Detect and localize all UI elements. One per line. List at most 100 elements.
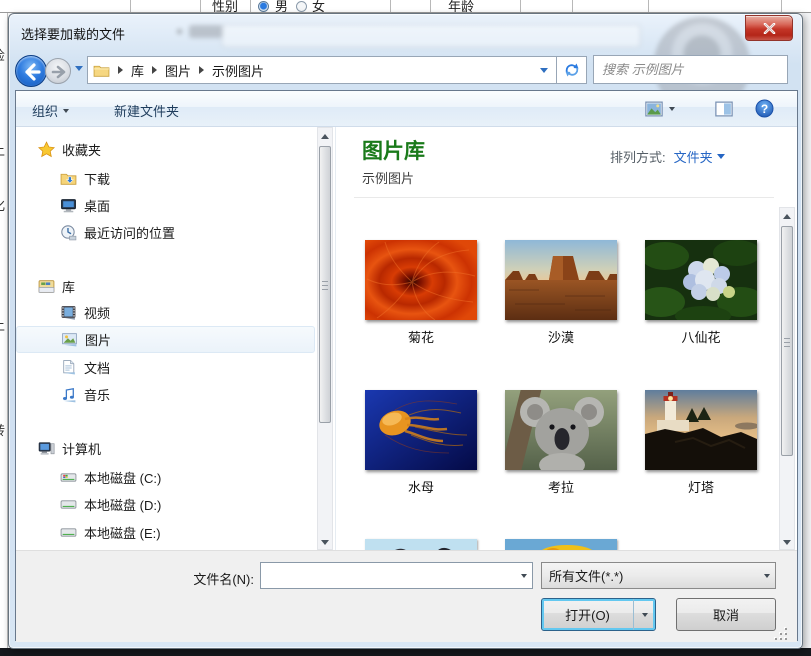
background-page-strip: 性别 男 女 年龄 (0, 0, 811, 13)
forward-button[interactable] (45, 58, 71, 84)
open-button-label[interactable]: 打开(O) (542, 605, 633, 624)
arrange-by-label: 排列方式: (610, 147, 666, 166)
file-thumbnail-lighthouse[interactable] (645, 390, 757, 470)
open-split-dropdown[interactable] (633, 599, 655, 630)
breadcrumb-separator-icon (199, 66, 204, 74)
table-border (390, 0, 391, 13)
recent-places-icon (60, 224, 77, 241)
table-border (200, 0, 201, 13)
breadcrumb-libraries[interactable]: 库 (131, 61, 144, 80)
sidebar-item-label: 视频 (84, 303, 110, 322)
files-scrollbar[interactable] (779, 207, 795, 550)
disk-c-icon (60, 469, 77, 486)
sidebar-item-disk-d[interactable]: 本地磁盘 (D:) (16, 491, 315, 518)
refresh-button[interactable] (556, 56, 587, 84)
command-toolbar: 组织 新建文件夹 (16, 91, 797, 127)
scroll-down-button[interactable] (318, 534, 332, 550)
scroll-down-button[interactable] (780, 534, 794, 550)
sidebar-item-label: 图片 (85, 330, 111, 349)
sidebar-item-desktop[interactable]: 桌面 (16, 192, 315, 219)
filetype-dropdown[interactable]: 所有文件(*.*) (541, 562, 776, 589)
file-thumbnail-jellyfish[interactable] (365, 390, 477, 470)
open-file-dialog: 选择要加载的文件 库 图片 示例图片 (8, 13, 803, 649)
breadcrumb-sample-pictures[interactable]: 示例图片 (212, 61, 264, 80)
sidebar-item-music[interactable]: 音乐 (16, 381, 315, 408)
folder-icon (93, 62, 110, 79)
organize-menu[interactable]: 组织 (32, 101, 69, 120)
file-name[interactable]: 考拉 (491, 477, 631, 496)
sidebar-item-label: 库 (62, 277, 75, 296)
scroll-up-button[interactable] (780, 208, 794, 225)
glass-blur-artifact (221, 24, 641, 48)
sidebar-item-computer[interactable]: 计算机 (16, 435, 315, 462)
cancel-button[interactable]: 取消 (676, 598, 776, 631)
sidebar-item-label: 本地磁盘 (E:) (84, 523, 161, 542)
filename-combobox[interactable] (260, 562, 533, 589)
organize-label: 组织 (32, 101, 58, 120)
file-thumbnail-desert[interactable] (505, 240, 617, 320)
file-name[interactable]: 灯塔 (631, 477, 771, 496)
pane-divider (335, 127, 336, 550)
search-box[interactable] (593, 55, 788, 84)
back-button[interactable] (15, 55, 47, 87)
preview-pane-icon (714, 99, 734, 119)
resize-grip[interactable] (776, 629, 788, 641)
address-bar[interactable]: 库 图片 示例图片 (87, 56, 556, 84)
file-thumbnail-chrysanthemum[interactable] (365, 240, 477, 320)
male-radio[interactable] (258, 1, 269, 12)
star-icon (38, 141, 55, 158)
sidebar-item-pictures[interactable]: 图片 (16, 326, 315, 353)
libraries-icon (38, 278, 55, 295)
file-thumbnail-koala[interactable] (505, 390, 617, 470)
table-border (648, 0, 649, 13)
sidebar-item-documents[interactable]: 文档 (16, 354, 315, 381)
search-input[interactable] (594, 56, 782, 83)
file-thumbnail-partial-penguins[interactable] (365, 539, 477, 550)
sidebar-item-label: 本地磁盘 (C:) (84, 468, 161, 487)
filename-dropdown-button[interactable] (515, 563, 532, 588)
filetype-caret-icon (758, 563, 775, 588)
music-icon (60, 386, 77, 403)
age-label: 年龄 (448, 0, 474, 13)
arrange-by-selected: 文件夹 (674, 147, 713, 166)
new-folder-button[interactable]: 新建文件夹 (114, 101, 179, 120)
desktop-icon (60, 197, 77, 214)
glass-blur-artifact (189, 25, 223, 38)
file-thumbnail-hydrangea[interactable] (645, 240, 757, 320)
dialog-title: 选择要加载的文件 (21, 24, 125, 43)
file-name[interactable]: 沙漠 (491, 327, 631, 346)
background-page-left-edge: 检 上 化 上 转 (0, 13, 8, 649)
address-dropdown-caret-icon[interactable] (540, 68, 548, 73)
sidebar-item-recent-places[interactable]: 最近访问的位置 (16, 219, 315, 246)
breadcrumb-pictures[interactable]: 图片 (165, 61, 191, 80)
female-radio[interactable] (296, 1, 307, 12)
scroll-up-button[interactable] (318, 128, 332, 145)
close-button[interactable] (745, 15, 793, 41)
background-dark-strip (0, 648, 811, 656)
scrollbar-thumb[interactable] (319, 146, 331, 423)
file-name[interactable]: 菊花 (351, 327, 491, 346)
chevron-down-icon (63, 109, 69, 113)
arrange-by-value[interactable]: 文件夹 (674, 147, 725, 166)
help-button[interactable]: ? (754, 98, 775, 119)
scrollbar-thumb[interactable] (781, 226, 793, 456)
sidebar-item-libraries[interactable]: 库 (16, 273, 315, 300)
sidebar-scrollbar[interactable] (317, 127, 333, 550)
preview-pane-button[interactable] (714, 99, 734, 119)
background-page-right-edge (802, 13, 811, 648)
views-icon (644, 99, 664, 119)
recent-pages-caret-icon[interactable] (75, 66, 83, 71)
sidebar-item-videos[interactable]: 视频 (16, 299, 315, 326)
sidebar-item-disk-c[interactable]: 本地磁盘 (C:) (16, 464, 315, 491)
file-name[interactable]: 水母 (351, 477, 491, 496)
sidebar-item-downloads[interactable]: 下载 (16, 165, 315, 192)
views-button[interactable] (644, 99, 675, 119)
open-button[interactable]: 打开(O) (541, 598, 656, 631)
header-separator (354, 197, 774, 198)
file-name[interactable]: 八仙花 (631, 327, 771, 346)
sidebar-item-favorites[interactable]: 收藏夹 (16, 136, 315, 163)
sidebar-item-disk-e[interactable]: 本地磁盘 (E:) (16, 519, 315, 546)
filename-input[interactable] (261, 563, 515, 588)
breadcrumb-separator-icon (118, 66, 123, 74)
file-thumbnail-partial-tulips[interactable] (505, 539, 617, 550)
